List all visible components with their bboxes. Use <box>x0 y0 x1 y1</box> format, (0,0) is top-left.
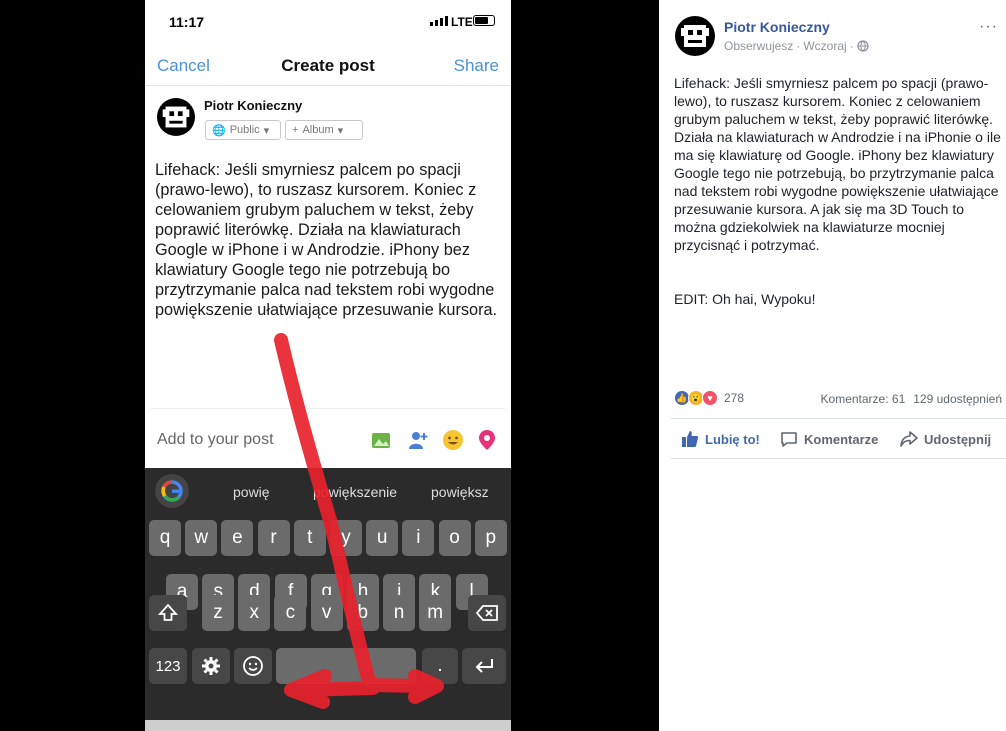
like-button[interactable]: Lubię to! <box>681 430 760 448</box>
post-edit-note: EDIT: Oh hai, Wypoku! <box>674 291 816 307</box>
add-to-post-label: Add to your post <box>157 431 274 448</box>
return-key[interactable] <box>462 648 506 684</box>
key-b[interactable]: b <box>346 595 379 631</box>
comment-label: Komentarze <box>804 431 879 447</box>
key-n[interactable]: n <box>383 595 415 631</box>
key-t[interactable]: t <box>293 520 326 556</box>
follow-status[interactable]: Obserwujesz <box>724 39 793 53</box>
network-label: LTE <box>451 15 473 29</box>
audience-selector[interactable]: 🌐 Public ▾ <box>205 120 281 140</box>
google-logo-icon[interactable] <box>155 474 189 508</box>
key-q[interactable]: q <box>149 520 181 556</box>
shift-key[interactable] <box>149 595 187 631</box>
post-time[interactable]: Wczoraj <box>803 39 846 53</box>
suggestion-bar: powię powiększenie powiększ <box>145 468 511 514</box>
gear-icon <box>202 657 220 675</box>
numbers-key[interactable]: 123 <box>149 648 187 684</box>
settings-key[interactable] <box>192 648 230 684</box>
backspace-icon <box>475 605 498 621</box>
love-reaction-icon: ♥ <box>702 390 718 406</box>
add-to-post-bar[interactable]: Add to your post <box>145 408 511 468</box>
signal-icon <box>430 16 448 26</box>
backspace-key[interactable] <box>468 595 506 631</box>
home-indicator-bar <box>145 720 511 731</box>
key-v[interactable]: v <box>310 595 343 631</box>
emoji-icon <box>243 656 263 676</box>
globe-icon: 🌐 <box>212 124 226 137</box>
comment-button[interactable]: Komentarze <box>780 430 878 448</box>
chevron-down-icon: ▾ <box>337 124 344 137</box>
avatar[interactable] <box>675 16 715 56</box>
keyboard: powię powiększenie powiększ qwertyuiopas… <box>145 468 511 731</box>
shares-count[interactable]: 129 udostępnień <box>913 392 1002 406</box>
space-key[interactable] <box>276 648 416 684</box>
suggestion-1[interactable]: powię <box>233 484 270 500</box>
period-key[interactable]: . <box>422 648 458 684</box>
return-icon <box>475 659 493 673</box>
key-x[interactable]: x <box>238 595 271 631</box>
location-icon[interactable] <box>476 429 498 451</box>
key-i[interactable]: i <box>402 520 435 556</box>
key-p[interactable]: p <box>474 520 507 556</box>
share-arrow-icon <box>900 431 918 447</box>
tag-people-icon[interactable] <box>407 429 429 451</box>
key-r[interactable]: r <box>257 520 290 556</box>
post-body: Lifehack: Jeśli smyrniesz palcem po spac… <box>674 75 1001 253</box>
composer-author: Piotr Konieczny <box>204 98 303 113</box>
phone-screenshot: 11:17 LTE Cancel Create post Share Piotr… <box>145 0 511 731</box>
audience-label: Public <box>229 124 260 136</box>
key-m[interactable]: m <box>419 595 452 631</box>
status-time: 11:17 <box>169 14 205 30</box>
key-e[interactable]: e <box>221 520 254 556</box>
plus-icon: + <box>292 124 299 136</box>
photo-icon[interactable] <box>370 429 392 451</box>
reactions-summary[interactable]: 👍 😮 ♥ 278 <box>674 390 744 406</box>
divider <box>671 418 1006 419</box>
key-z[interactable]: z <box>202 595 234 631</box>
feeling-icon[interactable] <box>442 429 464 451</box>
engagement-stats: Komentarze: 61 129 udostępnień <box>821 392 1002 406</box>
thumbs-up-icon <box>682 431 699 447</box>
key-y[interactable]: y <box>330 520 362 556</box>
share-button[interactable]: Udostępnij <box>900 430 991 448</box>
post-text-editor[interactable]: Lifehack: Jeśli smyrniesz palcem po spac… <box>155 160 499 320</box>
key-u[interactable]: u <box>366 520 399 556</box>
more-options-icon[interactable]: ··· <box>979 18 998 36</box>
emoji-key[interactable] <box>234 648 272 684</box>
key-o[interactable]: o <box>438 520 471 556</box>
post-author-link[interactable]: Piotr Konieczny <box>724 19 830 35</box>
chevron-down-icon: ▾ <box>263 124 270 137</box>
comments-count[interactable]: Komentarze: 61 <box>821 392 906 406</box>
album-label: Album <box>302 124 334 136</box>
reaction-count: 278 <box>724 391 745 405</box>
suggestion-3[interactable]: powiększ <box>431 484 489 500</box>
avatar <box>157 98 195 136</box>
share-button[interactable]: Share <box>454 56 499 76</box>
battery-icon <box>473 15 495 26</box>
status-bar: 11:17 LTE <box>145 0 511 40</box>
share-label: Udostępnij <box>924 431 992 447</box>
post-meta: Obserwujesz · Wczoraj · <box>724 39 869 53</box>
separator: · <box>849 39 854 53</box>
key-c[interactable]: c <box>274 595 307 631</box>
facebook-post: Piotr Konieczny Obserwujesz · Wczoraj · … <box>659 0 1006 731</box>
like-label: Lubię to! <box>705 431 760 447</box>
globe-icon <box>857 40 869 52</box>
comment-icon <box>781 432 797 447</box>
separator: · <box>796 39 801 53</box>
key-w[interactable]: w <box>185 520 218 556</box>
divider <box>671 458 1006 459</box>
album-selector[interactable]: + Album ▾ <box>285 120 363 140</box>
create-post-navbar: Cancel Create post Share <box>145 44 511 86</box>
suggestion-2[interactable]: powiększenie <box>313 484 397 500</box>
shift-icon <box>158 603 178 621</box>
